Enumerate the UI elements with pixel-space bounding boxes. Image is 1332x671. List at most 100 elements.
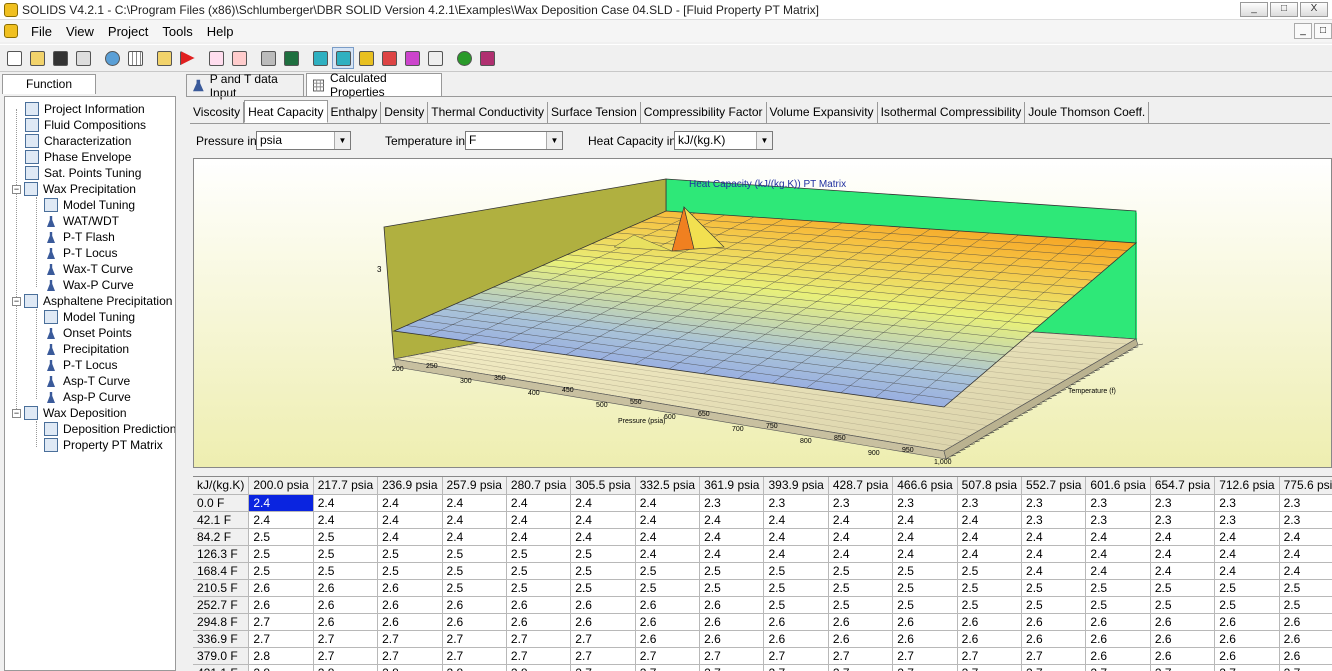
table-cell[interactable]: 2.4 (1085, 528, 1151, 546)
table-cell[interactable]: 2.5 (570, 545, 636, 563)
table-cell[interactable]: 2.5 (442, 545, 507, 563)
table-cell[interactable]: 2.6 (828, 613, 894, 631)
table-cell[interactable]: 2.3 (1021, 511, 1087, 529)
table-cell[interactable]: 2.4 (635, 494, 701, 512)
tree-item-fluid-compositions[interactable]: Fluid Compositions (25, 117, 146, 133)
new-file-icon[interactable] (3, 47, 25, 69)
collapse-icon[interactable]: − (12, 184, 21, 194)
tree-item-wax-deposition[interactable]: − Wax Deposition (12, 405, 127, 421)
print-preview-icon[interactable] (72, 47, 94, 69)
menu-view[interactable]: View (59, 24, 101, 39)
table-cell[interactable]: 2.4 (1150, 562, 1216, 580)
menu-file[interactable]: File (24, 24, 59, 39)
menu-project[interactable]: Project (101, 24, 155, 39)
table-cell[interactable]: 2.5 (763, 596, 829, 614)
table-cell[interactable]: 2.5 (506, 545, 572, 563)
table-cell[interactable]: 2.3 (828, 494, 894, 512)
document-icon[interactable] (4, 24, 18, 38)
close-button[interactable]: X (1300, 2, 1328, 17)
tree-item-pt-flash[interactable]: P-T Flash (44, 229, 115, 245)
table-cell[interactable]: 2.7 (635, 664, 701, 671)
column-header[interactable]: 552.7 psia (1021, 477, 1087, 495)
table-cell[interactable]: 2.6 (313, 613, 379, 631)
tree-item-wax-precipitation[interactable]: − Wax Precipitation (12, 181, 136, 197)
table-cell[interactable]: 2.8 (442, 664, 507, 671)
table-cell[interactable]: 2.4 (957, 511, 1023, 529)
book-icon[interactable] (476, 47, 498, 69)
table-cell[interactable]: 2.7 (1021, 664, 1087, 671)
pt-matrix-3d-chart[interactable]: Heat Capacity (kJ/(kg.K)) PT Matrix 3 20… (193, 158, 1332, 468)
table-cell[interactable]: 2.5 (248, 562, 314, 580)
tree-item-sat-points-tuning[interactable]: Sat. Points Tuning (25, 165, 141, 181)
table-cell[interactable]: 2.4 (248, 511, 314, 529)
table-cell[interactable]: 2.4 (377, 511, 443, 529)
row-header[interactable]: 336.9 F (193, 630, 250, 648)
row-header[interactable]: 252.7 F (193, 596, 250, 614)
table-cell[interactable]: 2.5 (248, 528, 314, 546)
table-cell[interactable]: 2.7 (828, 647, 894, 665)
table-cell[interactable]: 2.3 (1150, 511, 1216, 529)
tab-calculated-properties[interactable]: Calculated Properties (306, 71, 442, 99)
table-cell[interactable]: 2.7 (377, 647, 443, 665)
tab-volume-expansivity[interactable]: Volume Expansivity (767, 102, 878, 123)
row-header[interactable]: 126.3 F (193, 545, 250, 563)
mdi-minimize-button[interactable]: _ (1294, 23, 1312, 39)
grid-icon[interactable] (124, 47, 146, 69)
excel-icon[interactable] (280, 47, 302, 69)
tab-p-and-t-data-input[interactable]: P and T data Input (186, 72, 304, 100)
table-cell[interactable]: 2.4 (1214, 545, 1280, 563)
tree-item-asp-model-tuning[interactable]: Model Tuning (44, 309, 135, 325)
table-cell[interactable]: 2.4 (506, 511, 572, 529)
table-cell[interactable]: 2.4 (313, 494, 379, 512)
chevron-down-icon[interactable]: ▼ (756, 132, 772, 149)
table-cell[interactable]: 2.6 (957, 613, 1023, 631)
column-header[interactable]: 393.9 psia (763, 477, 829, 495)
tree-item-phase-envelope[interactable]: Phase Envelope (25, 149, 131, 165)
table-cell[interactable]: 2.6 (506, 613, 572, 631)
table-cell[interactable]: 2.6 (1021, 630, 1087, 648)
print-icon[interactable] (257, 47, 279, 69)
row-header[interactable]: 294.8 F (193, 613, 250, 631)
table-cell[interactable]: 2.5 (313, 528, 379, 546)
minimize-button[interactable]: _ (1240, 2, 1268, 17)
table-cell[interactable]: 2.6 (1150, 613, 1216, 631)
table-cell[interactable]: 2.6 (377, 579, 443, 597)
collapse-icon[interactable]: − (12, 296, 21, 306)
table-cell[interactable]: 2.3 (1214, 511, 1280, 529)
table-cell[interactable]: 2.5 (570, 562, 636, 580)
table-cell[interactable]: 2.5 (442, 579, 507, 597)
table-cell[interactable]: 2.7 (248, 613, 314, 631)
table-cell[interactable]: 2.6 (506, 596, 572, 614)
open-folder-icon[interactable] (26, 47, 48, 69)
tree-item-wax-t-curve[interactable]: Wax-T Curve (44, 261, 133, 277)
table-cell[interactable]: 2.5 (763, 562, 829, 580)
table-cell[interactable]: 2.5 (635, 562, 701, 580)
tree-item-wat-wdt[interactable]: WAT/WDT (44, 213, 119, 229)
table-cell[interactable]: 2.6 (635, 596, 701, 614)
table-cell[interactable]: 2.4 (699, 528, 765, 546)
tab-density[interactable]: Density (381, 102, 429, 123)
table-cell[interactable]: 2.7 (1021, 647, 1087, 665)
table-cell[interactable]: 2.8 (506, 664, 572, 671)
table-cell[interactable]: 2.7 (570, 664, 636, 671)
column-header[interactable]: 332.5 psia (635, 477, 701, 495)
table-cell[interactable]: 2.6 (377, 596, 443, 614)
table-cell[interactable]: 2.4 (957, 528, 1023, 546)
table-cell[interactable]: 2.8 (313, 664, 379, 671)
table-cell[interactable]: 2.4 (248, 494, 314, 512)
table-cell[interactable]: 2.4 (1214, 528, 1280, 546)
table-cell[interactable]: 2.7 (828, 664, 894, 671)
tree-item-deposition-prediction[interactable]: Deposition Prediction (44, 421, 175, 437)
table-cell[interactable]: 2.6 (828, 630, 894, 648)
table-cell[interactable]: 2.6 (1021, 613, 1087, 631)
table-cell[interactable]: 2.5 (1150, 596, 1216, 614)
tree-item-wax-model-tuning[interactable]: Model Tuning (44, 197, 135, 213)
table-cell[interactable]: 2.4 (635, 545, 701, 563)
table-cell[interactable]: 2.5 (313, 545, 379, 563)
table-cell[interactable]: 2.4 (1214, 562, 1280, 580)
tree-item-asp-t-curve[interactable]: Asp-T Curve (44, 373, 130, 389)
table-cell[interactable]: 2.4 (828, 511, 894, 529)
row-header[interactable]: 84.2 F (193, 528, 250, 546)
tab-joule-thomson-coeff[interactable]: Joule Thomson Coeff. (1025, 102, 1150, 123)
table-cell[interactable]: 2.5 (1021, 579, 1087, 597)
